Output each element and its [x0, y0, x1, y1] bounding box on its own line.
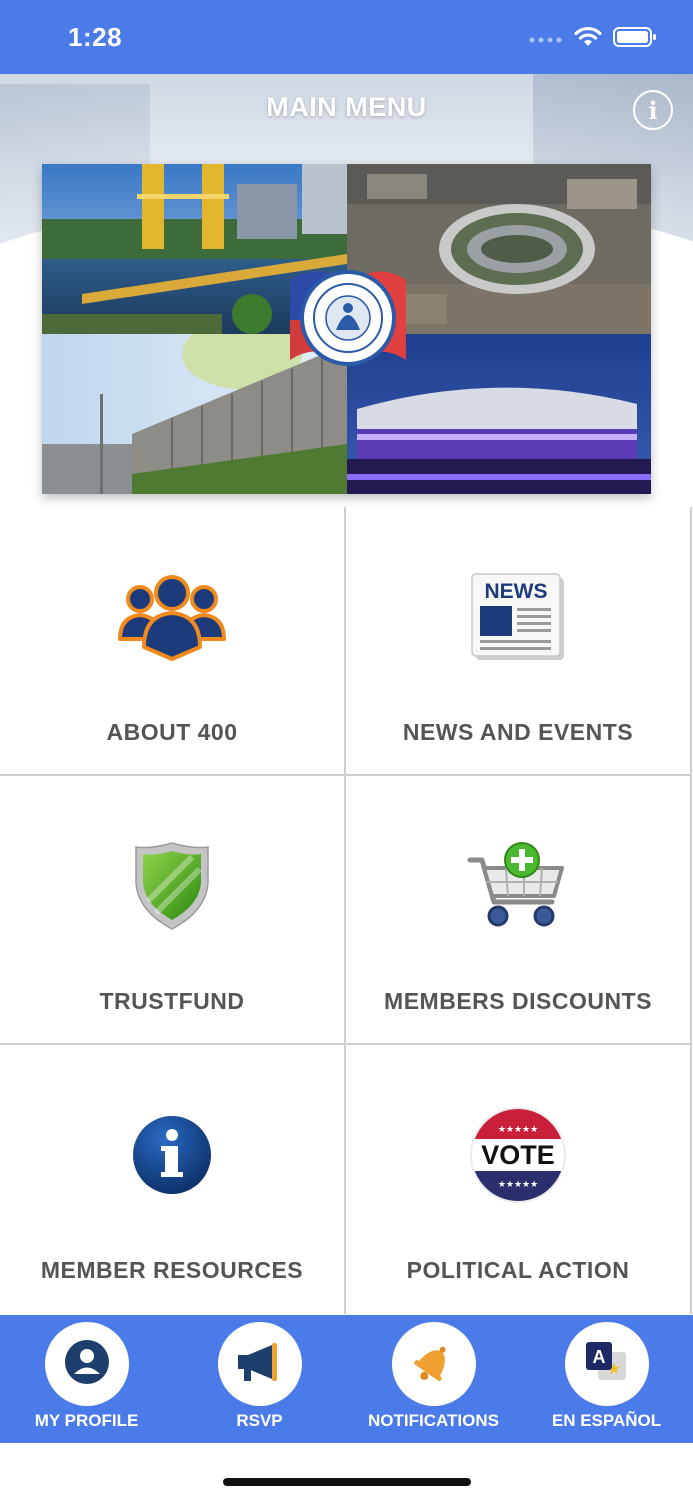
svg-text:★★★★★: ★★★★★ [498, 1125, 538, 1135]
tab-my-profile[interactable]: MY PROFILE [0, 1315, 173, 1443]
page-title: MAIN MENU [266, 92, 427, 122]
tab-notifications[interactable]: NOTIFICATIONS [347, 1315, 520, 1443]
menu-item-label: ABOUT 400 [106, 719, 238, 745]
translate-icon: ★ A [584, 1340, 630, 1389]
signal-icon [529, 31, 563, 49]
shield-icon [132, 841, 212, 936]
menu-item-label: POLITICAL ACTION [406, 1257, 630, 1283]
menu-item-about-400[interactable]: ABOUT 400 [0, 507, 346, 776]
menu-item-label: TRUSTFUND [99, 988, 245, 1014]
menu-item-label: NEWS AND EVENTS [402, 719, 634, 745]
svg-text:★★★★★: ★★★★★ [498, 1180, 538, 1190]
menu-item-member-resources[interactable]: MEMBER RESOURCES [0, 1045, 346, 1314]
tab-rsvp[interactable]: RSVP [173, 1315, 346, 1443]
tab-label: RSVP [236, 1411, 283, 1430]
tab-label: EN ESPAÑOL [551, 1411, 662, 1430]
status-time: 1:28 [68, 22, 123, 52]
megaphone-icon [236, 1341, 284, 1388]
news-text: NEWS [485, 580, 548, 603]
vote-icon: ★★★★★ ★★★★★ VOTE [468, 1105, 568, 1210]
menu-item-label: MEMBER RESOURCES [40, 1257, 304, 1283]
tab-en-espanol[interactable]: ★ A EN ESPAÑOL [520, 1315, 693, 1443]
menu-item-political-action[interactable]: ★★★★★ ★★★★★ VOTE POLITICAL ACTION [346, 1045, 692, 1314]
menu-item-label: MEMBERS DISCOUNTS [384, 988, 652, 1014]
home-indicator[interactable] [223, 1478, 471, 1486]
translate-letter: A [592, 1347, 605, 1367]
bell-icon [411, 1339, 457, 1390]
newspaper-icon: NEWS [470, 572, 566, 667]
status-icons [529, 26, 657, 53]
union-seal-logo [290, 270, 406, 366]
info-button[interactable]: i [633, 90, 673, 130]
menu-item-trustfund[interactable]: TRUSTFUND [0, 776, 346, 1045]
wifi-icon [573, 26, 603, 53]
cart-plus-icon [466, 840, 570, 937]
tab-bar: MY PROFILE RSVP NOTIFICATIONS ★ A EN ESP… [0, 1315, 693, 1443]
tab-label: NOTIFICATIONS [368, 1411, 499, 1430]
info-circle-icon [131, 1114, 213, 1201]
profile-icon [64, 1339, 110, 1390]
menu-item-members-discounts[interactable]: MEMBERS DISCOUNTS [346, 776, 692, 1045]
info-icon: i [648, 95, 658, 125]
vote-text: VOTE [481, 1140, 555, 1170]
people-icon [116, 573, 228, 666]
status-bar: 1:28 [0, 0, 693, 74]
tab-label: MY PROFILE [34, 1411, 139, 1430]
menu-item-news-and-events[interactable]: NEWS NEWS AND EVENTS [346, 507, 692, 776]
banner-image [42, 164, 651, 494]
battery-icon [613, 26, 657, 53]
menu-grid: ABOUT 400 NEWS NEWS AND EVENTS TRUSTFUND… [0, 507, 693, 1315]
